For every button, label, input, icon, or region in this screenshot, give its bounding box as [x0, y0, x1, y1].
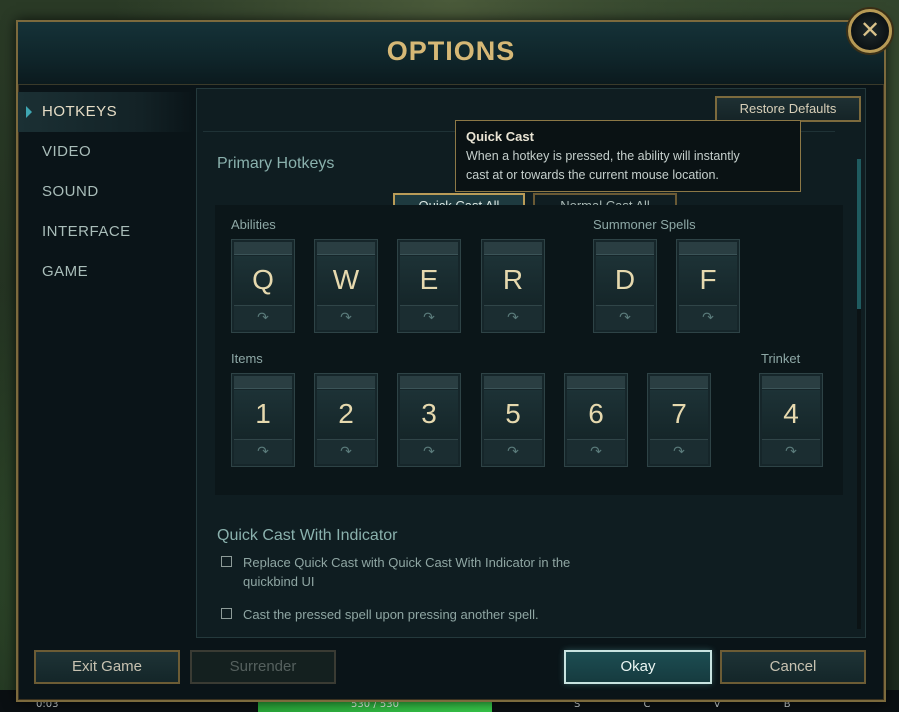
key-summoner-d[interactable]: D ↷	[593, 239, 657, 333]
key-ability-r[interactable]: R ↷	[481, 239, 545, 333]
key-top	[596, 242, 654, 255]
key-trinket[interactable]: 4 ↷	[759, 373, 823, 467]
sidebar-item-game[interactable]: GAME	[18, 252, 194, 292]
trinket-label: Trinket	[761, 351, 801, 366]
key-item-1[interactable]: 1 ↷	[231, 373, 295, 467]
key-label: 6	[567, 390, 625, 438]
alt-bind-arrow-icon[interactable]: ↷	[567, 439, 625, 464]
summoner-spells-label: Summoner Spells	[593, 217, 696, 232]
key-item-6[interactable]: 7 ↷	[647, 373, 711, 467]
key-label: E	[400, 256, 458, 304]
sidebar-item-hotkeys[interactable]: HOTKEYS	[18, 92, 194, 132]
abilities-label: Abilities	[231, 217, 276, 232]
key-top	[650, 376, 708, 389]
key-summoner-f[interactable]: F ↷	[676, 239, 740, 333]
key-label: 1	[234, 390, 292, 438]
sidebar-item-sound[interactable]: SOUND	[18, 172, 194, 212]
alt-bind-arrow-icon[interactable]: ↷	[484, 439, 542, 464]
alt-bind-arrow-icon[interactable]: ↷	[679, 305, 737, 330]
key-label: D	[596, 256, 654, 304]
alt-bind-arrow-icon[interactable]: ↷	[762, 439, 820, 464]
key-top	[317, 242, 375, 255]
key-top	[400, 376, 458, 389]
key-label: Q	[234, 256, 292, 304]
alt-bind-arrow-icon[interactable]: ↷	[596, 305, 654, 330]
sidebar-item-label: GAME	[42, 263, 89, 280]
key-top	[484, 376, 542, 389]
key-label: 4	[762, 390, 820, 438]
key-top	[484, 242, 542, 255]
key-ability-q[interactable]: Q ↷	[231, 239, 295, 333]
exit-game-button[interactable]: Exit Game	[34, 650, 180, 684]
alt-bind-arrow-icon[interactable]: ↷	[484, 305, 542, 330]
sidebar-item-label: INTERFACE	[42, 223, 131, 240]
key-item-3[interactable]: 3 ↷	[397, 373, 461, 467]
key-label: R	[484, 256, 542, 304]
sidebar-item-label: VIDEO	[42, 143, 92, 160]
restore-defaults-button[interactable]: Restore Defaults	[715, 96, 861, 122]
alt-bind-arrow-icon[interactable]: ↷	[317, 439, 375, 464]
alt-bind-arrow-icon[interactable]: ↷	[400, 305, 458, 330]
sidebar-item-interface[interactable]: INTERFACE	[18, 212, 194, 252]
alt-bind-arrow-icon[interactable]: ↷	[234, 305, 292, 330]
alt-bind-arrow-icon[interactable]: ↷	[317, 305, 375, 330]
title-bar: OPTIONS	[18, 22, 884, 85]
quick-cast-tooltip: Quick Cast When a hotkey is pressed, the…	[455, 120, 801, 192]
key-top	[400, 242, 458, 255]
sidebar-item-label: HOTKEYS	[42, 103, 118, 120]
key-label: 3	[400, 390, 458, 438]
key-top	[234, 376, 292, 389]
tooltip-title: Quick Cast	[466, 129, 534, 144]
key-label: W	[317, 256, 375, 304]
key-item-2[interactable]: 2 ↷	[314, 373, 378, 467]
tooltip-body: When a hotkey is pressed, the ability wi…	[466, 147, 790, 185]
key-top	[679, 242, 737, 255]
key-item-5[interactable]: 6 ↷	[564, 373, 628, 467]
keybind-panel: Abilities Summoner Spells Q ↷ W ↷ E ↷ R	[215, 205, 843, 495]
cancel-button[interactable]: Cancel	[720, 650, 866, 684]
window-title: OPTIONS	[386, 36, 516, 66]
key-item-4[interactable]: 5 ↷	[481, 373, 545, 467]
key-top	[567, 376, 625, 389]
key-ability-w[interactable]: W ↷	[314, 239, 378, 333]
key-top	[762, 376, 820, 389]
okay-button[interactable]: Okay	[564, 650, 712, 684]
replace-quick-cast-label: Replace Quick Cast with Quick Cast With …	[243, 553, 603, 591]
cast-pressed-spell-checkbox[interactable]	[221, 608, 232, 619]
surrender-button[interactable]: Surrender	[190, 650, 336, 684]
option-line: quickbind UI	[243, 574, 315, 589]
quick-cast-indicator-title: Quick Cast With Indicator	[217, 527, 398, 544]
key-top	[317, 376, 375, 389]
sidebar: HOTKEYS VIDEO SOUND INTERFACE GAME	[18, 84, 194, 640]
alt-bind-arrow-icon[interactable]: ↷	[400, 439, 458, 464]
sidebar-item-label: SOUND	[42, 183, 99, 200]
option-line: Replace Quick Cast with Quick Cast With …	[243, 555, 571, 570]
items-label: Items	[231, 351, 263, 366]
cast-pressed-spell-label: Cast the pressed spell upon pressing ano…	[243, 607, 539, 622]
alt-bind-arrow-icon[interactable]: ↷	[234, 439, 292, 464]
tooltip-line: cast at or towards the current mouse loc…	[466, 168, 719, 182]
close-icon[interactable]: ✕	[848, 9, 892, 53]
key-top	[234, 242, 292, 255]
scrollbar-thumb[interactable]	[857, 159, 861, 309]
key-label: 2	[317, 390, 375, 438]
alt-bind-arrow-icon[interactable]: ↷	[650, 439, 708, 464]
sidebar-item-video[interactable]: VIDEO	[18, 132, 194, 172]
key-label: 5	[484, 390, 542, 438]
key-label: 7	[650, 390, 708, 438]
key-ability-e[interactable]: E ↷	[397, 239, 461, 333]
replace-quick-cast-checkbox[interactable]	[221, 556, 232, 567]
key-label: F	[679, 256, 737, 304]
tooltip-line: When a hotkey is pressed, the ability wi…	[466, 149, 740, 163]
primary-hotkeys-title: Primary Hotkeys	[217, 155, 335, 172]
